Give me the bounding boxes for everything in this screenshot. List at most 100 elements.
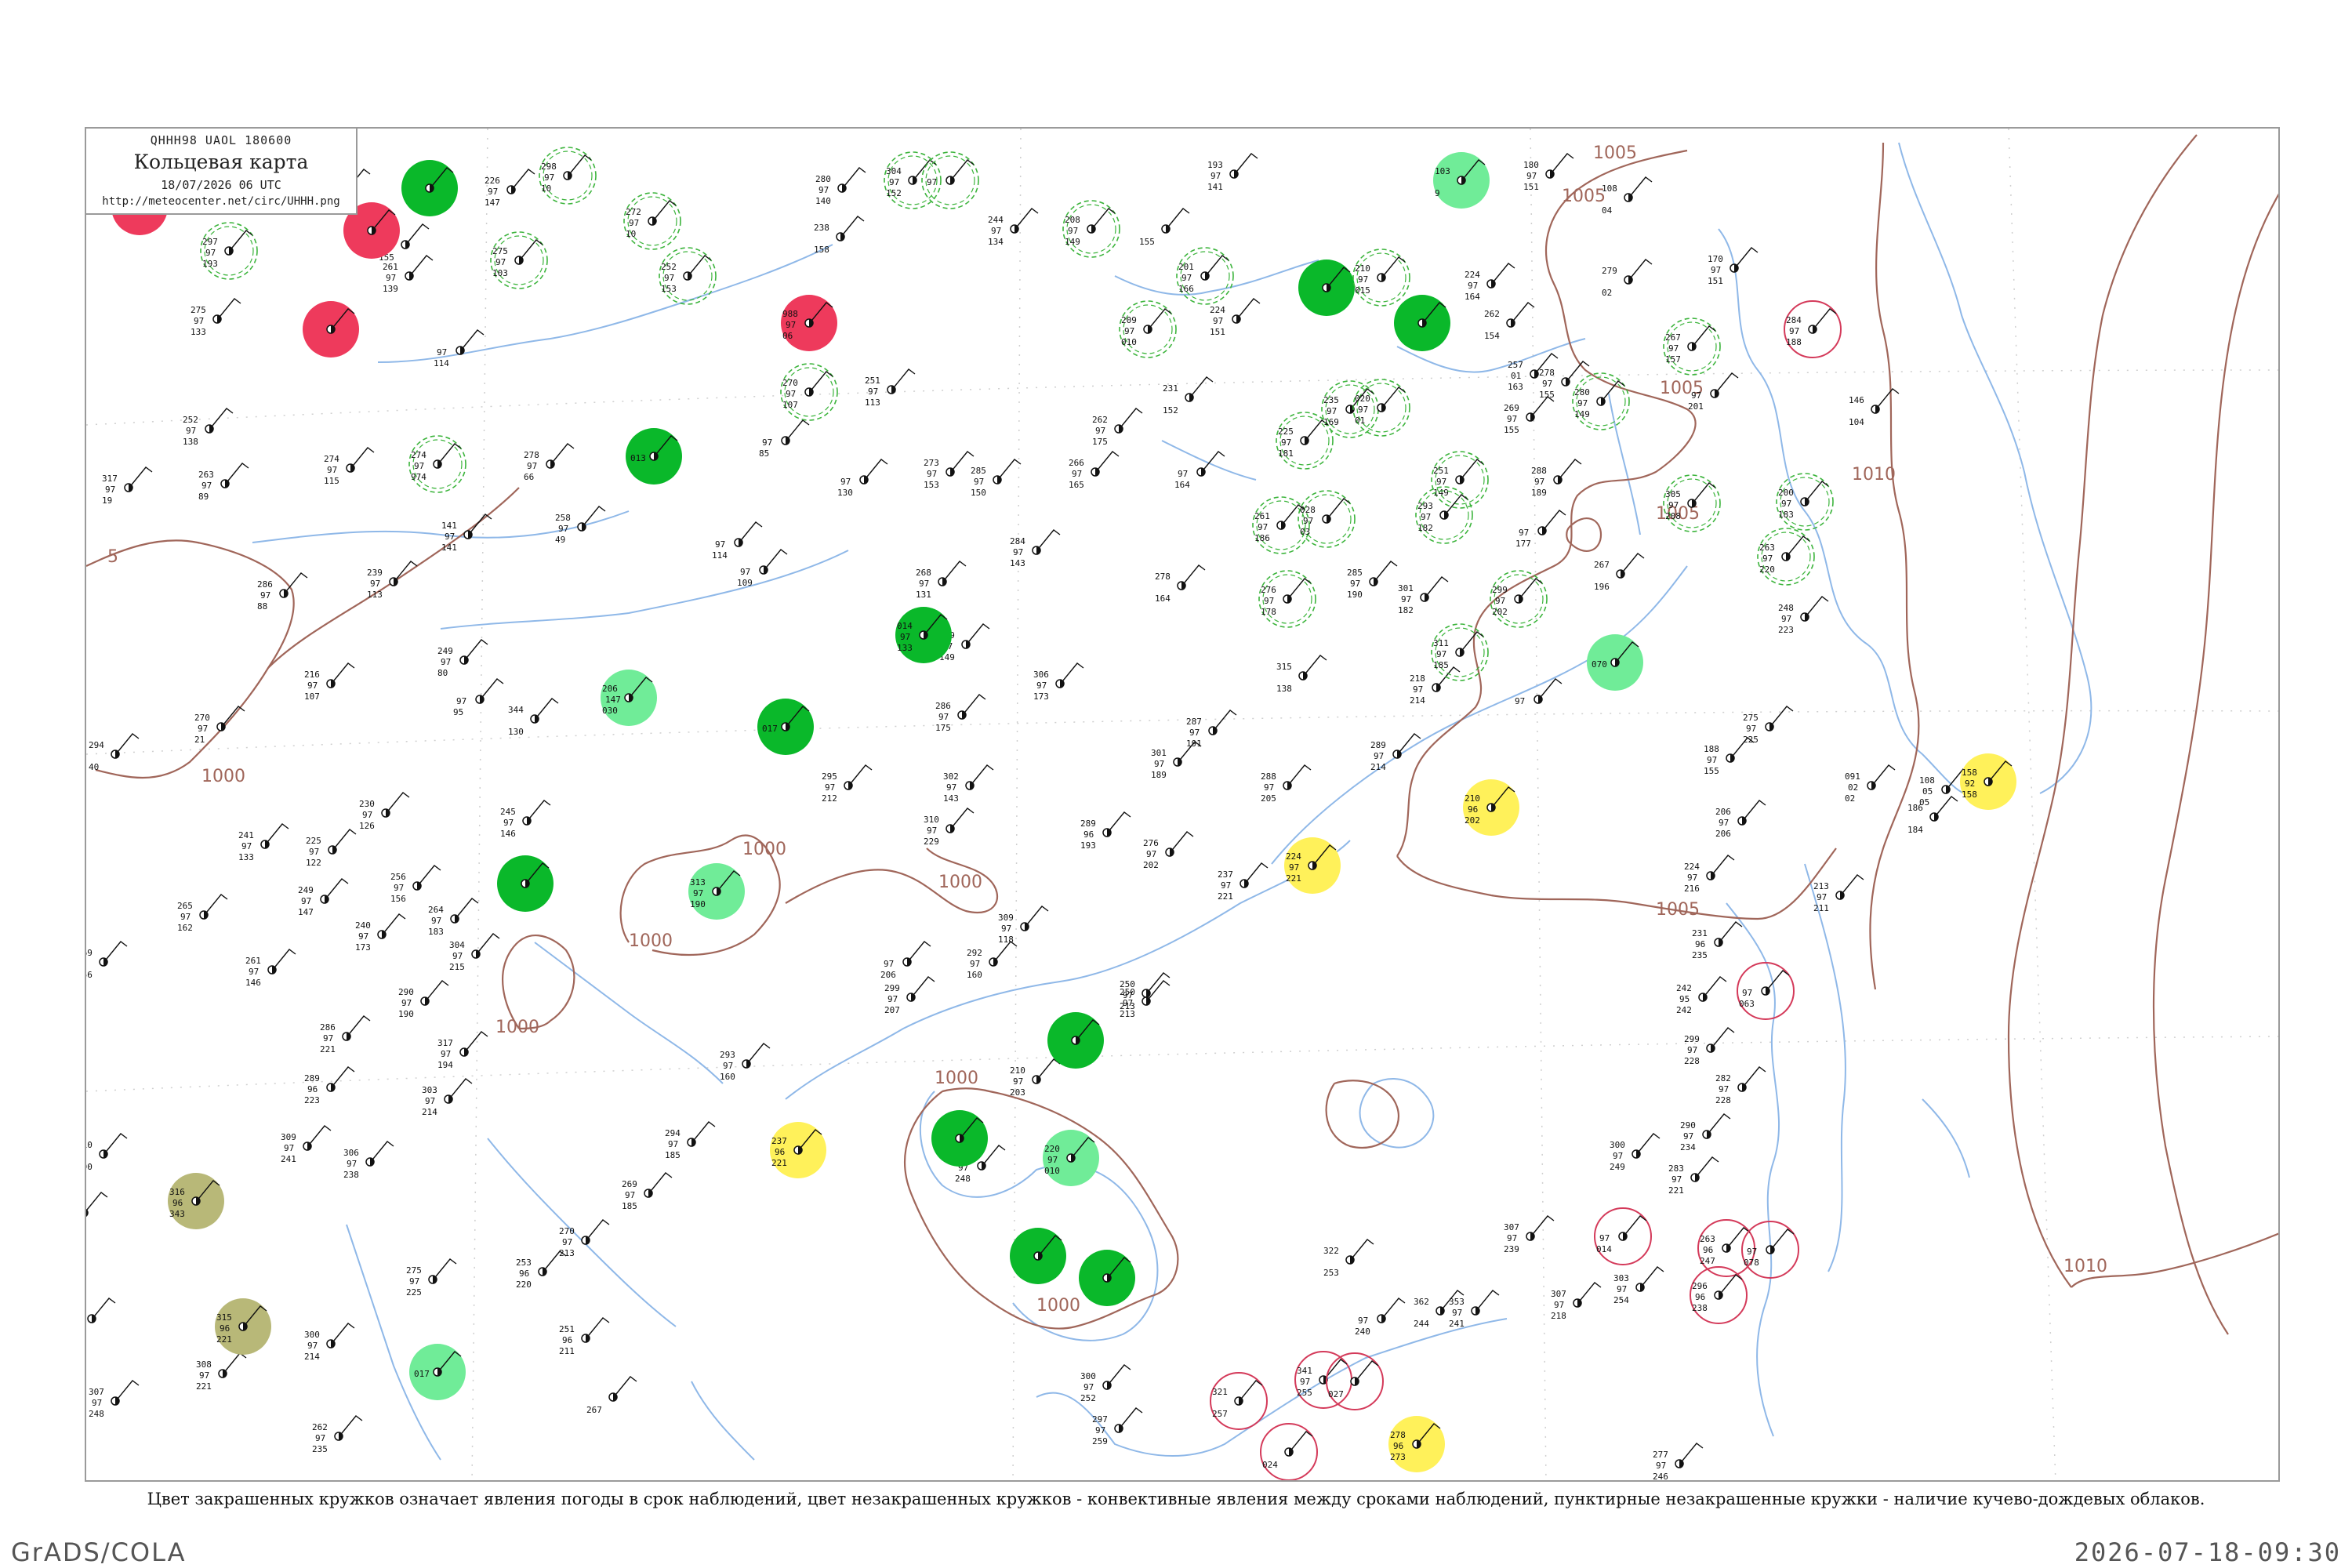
station-plot[interactable]: 97240 xyxy=(1355,1298,1406,1337)
station-plot[interactable]: 26597162 xyxy=(177,894,228,933)
station-plot[interactable]: 28597150 xyxy=(971,459,1022,498)
station-plot[interactable]: 27497115 xyxy=(324,447,375,486)
station-plot-green[interactable]: 01497133 xyxy=(895,607,952,663)
station-plot[interactable]: 28697175 xyxy=(935,694,986,733)
station-plot[interactable]: 2789766 xyxy=(524,443,575,482)
station-plot[interactable]: 279 02 xyxy=(1602,259,1653,298)
station-plot[interactable]: 97206 xyxy=(880,941,931,980)
station-plot[interactable]: 31297243 xyxy=(86,1298,116,1337)
station-plot[interactable]: 22497151 xyxy=(1210,298,1261,337)
station-plot[interactable]: 25197113 xyxy=(865,368,916,408)
station-plot[interactable]: 22697147 xyxy=(485,169,535,208)
station-plot[interactable]: 25697156 xyxy=(390,865,441,904)
station-plot[interactable]: 29097190 xyxy=(398,980,449,1019)
station-plot[interactable]: 30297143 xyxy=(943,764,994,804)
station-plot[interactable]: 23196235 xyxy=(1692,921,1743,960)
station-plot[interactable]: 21697107 xyxy=(304,662,355,702)
station-plot-yellow[interactable]: 21096202 xyxy=(1463,779,1519,836)
station-plot[interactable]: 28997214 xyxy=(1370,733,1421,772)
station-plot[interactable]: 30897221 xyxy=(196,1352,247,1392)
station-plot[interactable]: 19397141 xyxy=(1207,153,1258,192)
station-plot[interactable]: 30797239 xyxy=(1504,1215,1555,1254)
station-plot[interactable]: 28797191 xyxy=(1186,710,1237,749)
station-plot[interactable]: 27697202 xyxy=(1143,831,1194,870)
station-plot-cb[interactable]: 28097149 xyxy=(1572,372,1630,430)
station-plot[interactable]: 29597212 xyxy=(822,764,873,804)
station-plot[interactable]: 30697173 xyxy=(1033,662,1084,702)
station-plot[interactable]: 322 253 xyxy=(1323,1239,1374,1278)
station-plot[interactable]: 267 196 xyxy=(1594,553,1645,592)
station-plot-conv[interactable]: 027 xyxy=(1326,1352,1384,1410)
station-plot-cb[interactable]: 29997202 xyxy=(1490,570,1548,628)
station-plot[interactable]: 30797218 xyxy=(1551,1282,1602,1321)
station-plot[interactable]: 25097213 xyxy=(1120,980,1171,1019)
station-plot[interactable]: 23997113 xyxy=(367,561,418,600)
station-plot[interactable]: 30797248 xyxy=(89,1380,140,1419)
station-plot[interactable]: 26997185 xyxy=(622,1172,673,1211)
station-plot[interactable]: 25297138 xyxy=(183,408,234,447)
station-plot[interactable]: 30097252 xyxy=(1080,1364,1131,1403)
station-plot-green[interactable]: 017 xyxy=(757,699,814,755)
station-plot[interactable]: 2499780 xyxy=(437,639,488,678)
station-plot[interactable]: 14197141 xyxy=(441,514,492,553)
station-plot[interactable]: 25196211 xyxy=(559,1317,610,1356)
station-plot-conv[interactable]: 321 257 xyxy=(1210,1372,1268,1430)
station-plot[interactable]: 310 190 xyxy=(86,1133,128,1172)
station-plot[interactable]: 27397153 xyxy=(924,451,975,490)
station-plot[interactable]: 30497215 xyxy=(449,933,500,972)
station-plot[interactable]: 24097173 xyxy=(355,913,406,953)
station-plot-yellow[interactable]: 27896273 xyxy=(1388,1416,1445,1472)
station-plot[interactable]: 27597225 xyxy=(406,1258,457,1298)
station-plot-conv[interactable]: 024 xyxy=(1260,1423,1318,1480)
station-plot[interactable]: 17097151 xyxy=(1708,247,1759,286)
station-plot-green[interactable] xyxy=(931,1110,988,1167)
station-plot[interactable]: 28497143 xyxy=(1010,529,1061,568)
station-plot[interactable]: 29397160 xyxy=(720,1043,771,1082)
station-plot-cb[interactable]: 21097015 xyxy=(1352,249,1410,307)
station-plot-cb[interactable]: 20097183 xyxy=(1776,473,1834,531)
station-plot[interactable]: 24197133 xyxy=(238,823,289,862)
station-plot-red[interactable]: 9889706 xyxy=(781,295,837,351)
station-plot[interactable]: 29497185 xyxy=(665,1121,716,1160)
station-plot-green[interactable] xyxy=(1394,295,1450,351)
station-plot-cb[interactable]: 27697178 xyxy=(1258,570,1316,628)
station-plot-green[interactable] xyxy=(1079,1250,1135,1306)
station-plot[interactable]: 35397241 xyxy=(1449,1290,1500,1329)
station-plot[interactable]: 28996193 xyxy=(1080,811,1131,851)
station-plot-red[interactable] xyxy=(303,301,359,358)
station-plot[interactable]: 315 138 xyxy=(1276,655,1327,694)
station-plot[interactable]: 9785 xyxy=(759,419,810,459)
station-plot[interactable]: 2639789 xyxy=(198,463,249,502)
station-plot-cb[interactable]: 27597103 xyxy=(490,231,548,289)
station-plot[interactable]: 24295242 xyxy=(1676,976,1727,1015)
station-plot[interactable]: 28897205 xyxy=(1261,764,1312,804)
station-plot[interactable]: 155 xyxy=(1139,208,1190,247)
station-plot-yellow[interactable]: 22497221 xyxy=(1284,837,1341,894)
station-plot-cb[interactable]: 29797193 xyxy=(200,222,258,280)
station-plot-yellow[interactable]: 23796221 xyxy=(770,1122,826,1178)
station-plot-lightgreen[interactable]: 206147030 xyxy=(601,670,657,726)
station-plot[interactable]: 24997147 xyxy=(298,878,349,917)
station-plot[interactable]: 30197182 xyxy=(1398,576,1449,615)
station-plot[interactable]: 267 xyxy=(586,1376,637,1415)
station-plot[interactable]: 26297235 xyxy=(312,1415,363,1454)
station-plot[interactable]: 22497216 xyxy=(1684,855,1735,894)
station-plot[interactable]: 108 04 xyxy=(1602,176,1653,216)
station-plot[interactable]: 29797259 xyxy=(1092,1407,1143,1446)
station-plot-lightgreen[interactable]: 31397190 xyxy=(688,863,745,920)
station-plot[interactable]: 27597225 xyxy=(1743,706,1794,745)
station-plot-lightgreen[interactable]: 22097010 xyxy=(1043,1130,1099,1186)
station-plot[interactable]: 9795 xyxy=(453,678,504,717)
station-plot[interactable]: 24597146 xyxy=(500,800,551,839)
station-plot[interactable]: 22597122 xyxy=(306,829,357,868)
station-plot[interactable]: 30397214 xyxy=(422,1078,473,1117)
station-plot[interactable]: 28897189 xyxy=(1531,459,1582,498)
station-plot[interactable]: 23097126 xyxy=(359,792,410,831)
station-plot[interactable]: 30997118 xyxy=(998,906,1049,945)
station-plot[interactable]: 21897214 xyxy=(1410,666,1461,706)
station-plot[interactable]: 186 184 xyxy=(1907,796,1958,835)
station-plot[interactable]: 30697238 xyxy=(343,1141,394,1180)
station-plot[interactable]: 30097249 xyxy=(1610,1133,1661,1172)
station-plot-green[interactable] xyxy=(1298,260,1355,316)
station-plot[interactable]: 29297192 xyxy=(86,1192,108,1231)
